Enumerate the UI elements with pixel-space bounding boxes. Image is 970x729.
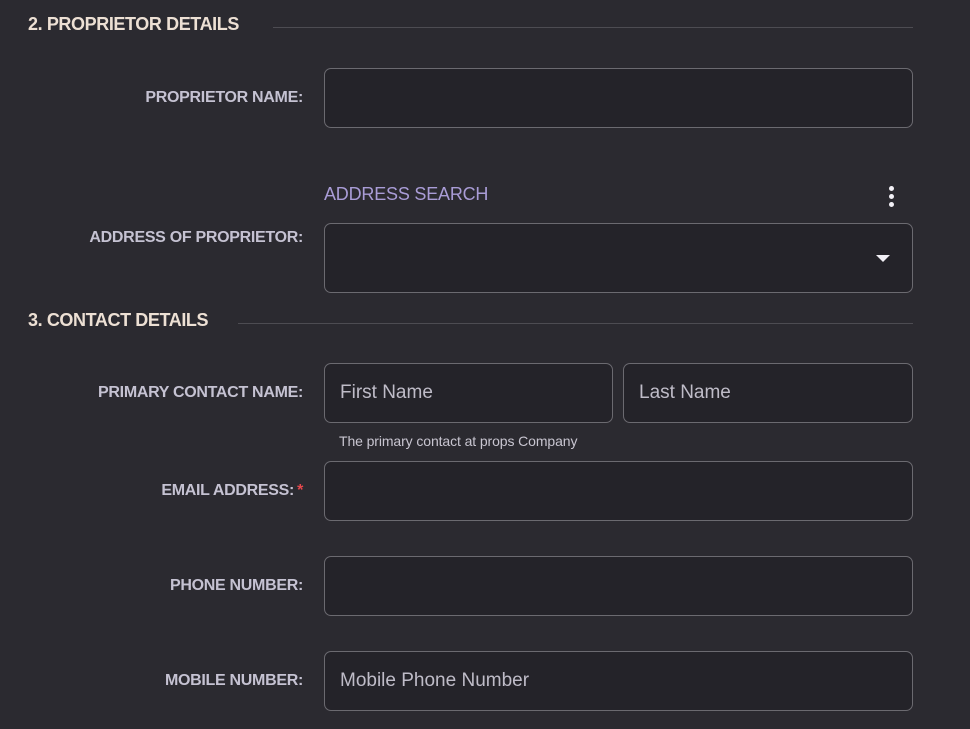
phone-number-label: PHONE NUMBER: [170, 577, 303, 594]
address-of-proprietor-label: ADDRESS OF PROPRIETOR: [89, 229, 303, 246]
caret-down-icon [876, 255, 890, 262]
primary-contact-name-label: PRIMARY CONTACT NAME: [98, 384, 303, 401]
mobile-number-input[interactable] [324, 651, 913, 711]
mobile-number-label: MOBILE NUMBER: [164, 672, 303, 689]
address-search-label: ADDRESS SEARCH [324, 184, 489, 204]
required-indicator: * [297, 482, 303, 499]
address-of-proprietor-select[interactable] [324, 223, 913, 293]
proprietor-name-input[interactable] [324, 68, 913, 128]
phone-number-input[interactable] [324, 556, 913, 616]
proprietor-name-label: PROPRIETOR NAME: [145, 89, 303, 106]
more-options-icon[interactable] [880, 182, 902, 210]
section-divider-proprietor [273, 27, 913, 28]
section-title-contact: 3. CONTACT DETAILS [28, 310, 209, 330]
email-address-label: EMAIL ADDRESS: * [161, 481, 303, 501]
section-header-proprietor: 2. PROPRIETOR DETAILS [28, 14, 239, 35]
first-name-input[interactable] [324, 363, 613, 423]
email-address-input[interactable] [324, 461, 913, 521]
primary-contact-helper-text: The primary contact at props Company [339, 433, 578, 449]
section-header-contact: 3. CONTACT DETAILS [28, 310, 209, 331]
section-divider-contact [238, 323, 913, 324]
last-name-input[interactable] [623, 363, 913, 423]
email-address-label-text: EMAIL ADDRESS: [161, 482, 295, 499]
section-title-proprietor: 2. PROPRIETOR DETAILS [28, 14, 239, 34]
